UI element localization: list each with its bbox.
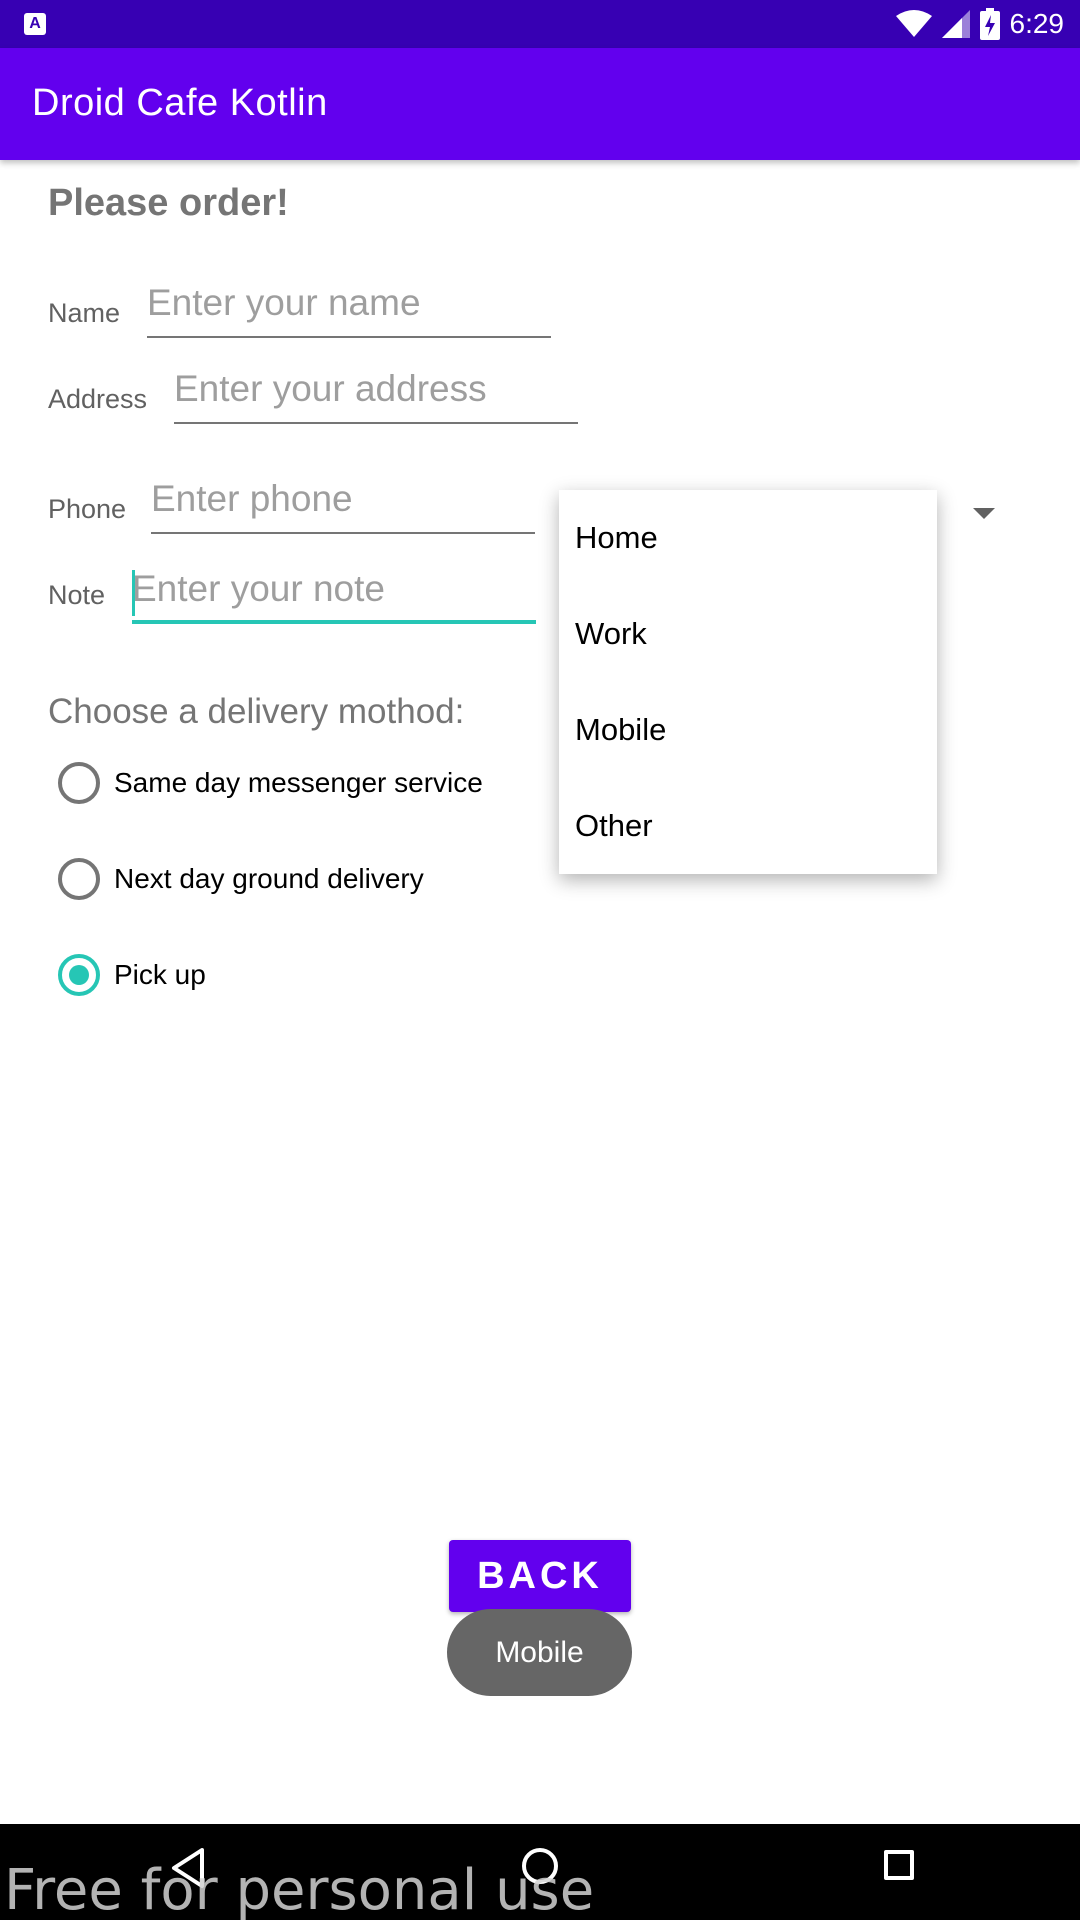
name-placeholder: Enter your name [147, 282, 421, 323]
radio-label: Next day ground delivery [114, 863, 424, 894]
signal-icon [941, 10, 970, 38]
radio-button-checked[interactable] [58, 954, 100, 996]
delivery-option-next-day[interactable]: Next day ground delivery [58, 858, 424, 900]
dropdown-option-home[interactable]: Home [559, 490, 937, 586]
text-cursor [132, 570, 135, 616]
notification-a-icon: A [24, 13, 46, 35]
status-bar: A 6:29 [0, 0, 1080, 48]
phone-type-dropdown-arrow-icon[interactable] [973, 508, 995, 519]
nav-recents-icon[interactable] [884, 1850, 914, 1880]
delivery-option-pick-up[interactable]: Pick up [58, 954, 206, 996]
delivery-option-same-day[interactable]: Same day messenger service [58, 762, 483, 804]
note-label: Note [48, 580, 106, 610]
battery-charging-icon [979, 8, 1000, 40]
phone-input[interactable]: Enter phone [151, 476, 535, 534]
note-placeholder: Enter your note [132, 568, 385, 609]
phone-placeholder: Enter phone [151, 478, 353, 519]
radio-label: Pick up [114, 959, 206, 990]
address-label: Address [48, 384, 148, 414]
delivery-title: Choose a delivery mothod: [48, 692, 465, 731]
page-heading: Please order! [48, 182, 289, 224]
status-time: 6:29 [1009, 8, 1065, 39]
dropdown-option-mobile[interactable]: Mobile [559, 682, 937, 778]
note-input[interactable]: Enter your note [132, 566, 536, 624]
status-icons: 6:29 [895, 0, 1065, 48]
wifi-icon [895, 10, 932, 37]
radio-label: Same day messenger service [114, 767, 483, 798]
watermark: Free for personal use [4, 1858, 595, 1920]
phone-label: Phone [48, 494, 127, 524]
address-input[interactable]: Enter your address [174, 366, 578, 424]
name-label: Name [48, 298, 121, 328]
radio-button[interactable] [58, 858, 100, 900]
name-input[interactable]: Enter your name [147, 280, 551, 338]
toast-message: Mobile [447, 1609, 632, 1696]
dropdown-option-other[interactable]: Other [559, 778, 937, 874]
address-placeholder: Enter your address [174, 368, 487, 409]
radio-button[interactable] [58, 762, 100, 804]
phone-type-dropdown-menu: Home Work Mobile Other [559, 490, 937, 874]
app-bar: Droid Cafe Kotlin [0, 48, 1080, 160]
app-title: Droid Cafe Kotlin [32, 82, 328, 124]
dropdown-option-work[interactable]: Work [559, 586, 937, 682]
back-button[interactable]: BACK [449, 1540, 631, 1612]
